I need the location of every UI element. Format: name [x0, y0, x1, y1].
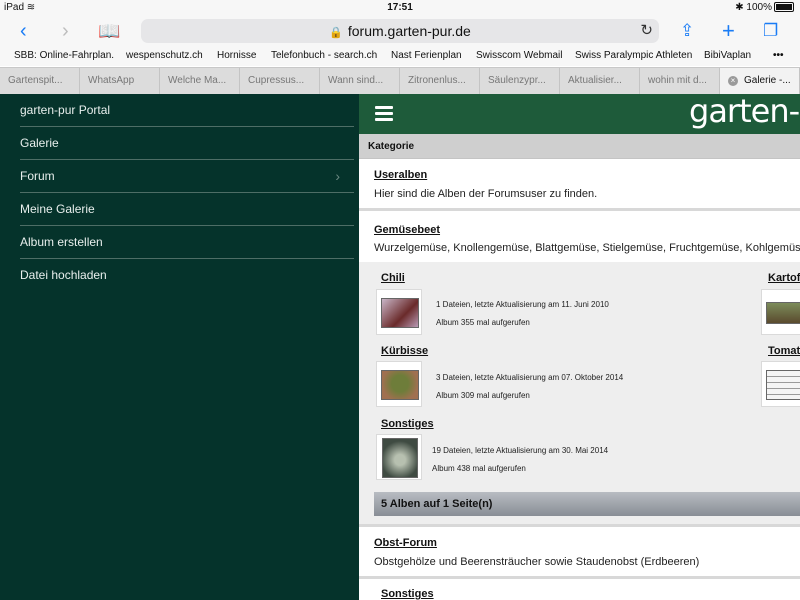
tab[interactable]: Cupressus...: [240, 68, 320, 94]
album-views: Album 355 mal aufgerufen: [436, 318, 530, 327]
sidebar-item-meine-galerie[interactable]: Meine Galerie: [20, 193, 354, 226]
back-icon[interactable]: ‹: [20, 18, 27, 44]
album-title-tomaten[interactable]: Tomat: [768, 345, 800, 357]
status-bar: iPad ≋ 17:51 ✱ 100%: [0, 0, 800, 16]
bookmarks-bar: SBB: Online-Fahrplan. wespenschutz.ch Ho…: [0, 46, 800, 66]
tabs-overview-icon[interactable]: ❐: [763, 18, 778, 44]
tab[interactable]: Aktualisier...: [560, 68, 640, 94]
bluetooth-icon: ✱: [735, 2, 744, 13]
album-thumbnail-sonstiges[interactable]: [376, 434, 422, 480]
reload-icon[interactable]: ↻: [640, 19, 653, 43]
section-useralben: Useralben Hier sind die Alben der Forums…: [359, 158, 800, 209]
album-thumbnail-chili[interactable]: [376, 289, 422, 335]
album-title-sonstiges[interactable]: Sonstiges: [381, 418, 434, 430]
tab[interactable]: Säulenzypr...: [480, 68, 560, 94]
section-desc-obst-forum: Obstgehölze und Beerensträucher sowie St…: [374, 556, 700, 568]
new-tab-icon[interactable]: +: [722, 18, 735, 44]
album-info: 3 Dateien, letzte Aktualisierung am 07. …: [436, 373, 624, 382]
section-title-gemuesebeet[interactable]: Gemüsebeet: [374, 224, 440, 236]
hamburger-menu-icon[interactable]: [375, 106, 393, 122]
tab[interactable]: Zitronenlus...: [400, 68, 480, 94]
album-thumbnail-kartoffeln[interactable]: [761, 289, 800, 335]
section-desc-useralben: Hier sind die Alben der Forumsuser zu fi…: [374, 188, 598, 200]
album-count-footer: 5 Alben auf 1 Seite(n): [374, 492, 800, 516]
tab[interactable]: WhatsApp: [80, 68, 160, 94]
forward-icon[interactable]: ›: [62, 18, 69, 44]
sidebar-item-label: Forum: [20, 169, 55, 183]
album-info: 19 Dateien, letzte Aktualisierung am 30.…: [432, 446, 609, 455]
share-icon[interactable]: ⇪: [680, 18, 694, 44]
bookmarks-book-icon[interactable]: 📖: [98, 18, 120, 44]
tab-bar: Gartenspit... WhatsApp Welche Ma... Cupr…: [0, 67, 800, 95]
main-content: garten-pur Kategorie Useralben Hier sind…: [359, 94, 800, 600]
album-info: 1 Dateien, letzte Aktualisierung am 11. …: [436, 300, 609, 309]
sidebar-item-datei-hochladen[interactable]: Datei hochladen: [20, 259, 354, 291]
album-title-chili[interactable]: Chili: [381, 272, 405, 284]
url-text: forum.garten-pur.de: [347, 23, 471, 39]
bookmark-item[interactable]: Telefonbuch - search.ch: [271, 46, 377, 66]
sidebar-item-galerie[interactable]: Galerie: [20, 127, 354, 160]
site-header: garten-pur: [359, 94, 800, 134]
sidebar-item-portal[interactable]: garten-pur Portal: [20, 94, 354, 127]
album-views: Album 309 mal aufgerufen: [436, 391, 530, 400]
section-sonstiges: Sonstiges: [359, 576, 800, 600]
album-title-kuerbisse[interactable]: Kürbisse: [381, 345, 428, 357]
album-views: Album 438 mal aufgerufen: [432, 464, 526, 473]
section-desc-gemuesebeet: Wurzelgemüse, Knollengemüse, Blattgemüse…: [374, 242, 800, 254]
address-bar[interactable]: 🔒 forum.garten-pur.de ↻: [141, 19, 659, 43]
tab[interactable]: wohin mit d...: [640, 68, 720, 94]
album-thumbnail-tomaten[interactable]: [761, 361, 800, 407]
section-obst-forum: Obst-Forum Obstgehölze und Beerensträuch…: [359, 524, 800, 579]
chevron-right-icon: ›: [335, 168, 340, 184]
bookmark-item[interactable]: Hornisse: [217, 46, 256, 66]
album-thumbnail-kuerbisse[interactable]: [376, 361, 422, 407]
tab[interactable]: Gartenspit...: [0, 68, 80, 94]
browser-toolbar: ‹ › 📖 🔒 forum.garten-pur.de ↻ ⇪ + ❐: [0, 16, 800, 46]
bookmark-item[interactable]: Swisscom Webmail: [476, 46, 563, 66]
site-logo[interactable]: garten-pur: [689, 94, 800, 130]
section-gemuesebeet: Gemüsebeet Wurzelgemüse, Knollengemüse, …: [359, 208, 800, 265]
more-bookmarks-icon[interactable]: •••: [773, 46, 784, 66]
sidebar-item-album-erstellen[interactable]: Album erstellen: [20, 226, 354, 259]
section-title-obst-forum[interactable]: Obst-Forum: [374, 537, 437, 549]
album-list: Chili 1 Dateien, letzte Aktualisierung a…: [359, 262, 800, 524]
sidebar-menu: garten-pur Portal Galerie Forum › Meine G…: [0, 94, 359, 600]
section-title-sonstiges[interactable]: Sonstiges: [381, 588, 434, 600]
tab-active[interactable]: × Galerie -...: [720, 68, 800, 94]
category-header: Kategorie: [359, 134, 800, 158]
clock: 17:51: [387, 2, 413, 13]
section-title-useralben[interactable]: Useralben: [374, 169, 427, 181]
bookmark-item[interactable]: wespenschutz.ch: [126, 46, 203, 66]
bookmark-item[interactable]: Nast Ferienplan: [391, 46, 462, 66]
bookmark-item[interactable]: BibiVaplan: [704, 46, 751, 66]
lock-icon: 🔒: [329, 27, 343, 39]
close-tab-icon[interactable]: ×: [728, 76, 738, 86]
tab[interactable]: Wann sind...: [320, 68, 400, 94]
tab-active-label: Galerie -...: [744, 75, 791, 86]
bookmark-item[interactable]: SBB: Online-Fahrplan.: [14, 46, 114, 66]
bookmark-item[interactable]: Swiss Paralympic Athleten: [575, 46, 692, 66]
album-title-kartoffeln[interactable]: Kartof: [768, 272, 800, 284]
battery-indicator: ✱ 100%: [735, 0, 794, 16]
tab[interactable]: Welche Ma...: [160, 68, 240, 94]
sidebar-item-forum[interactable]: Forum ›: [20, 160, 354, 193]
battery-icon: [774, 2, 794, 13]
